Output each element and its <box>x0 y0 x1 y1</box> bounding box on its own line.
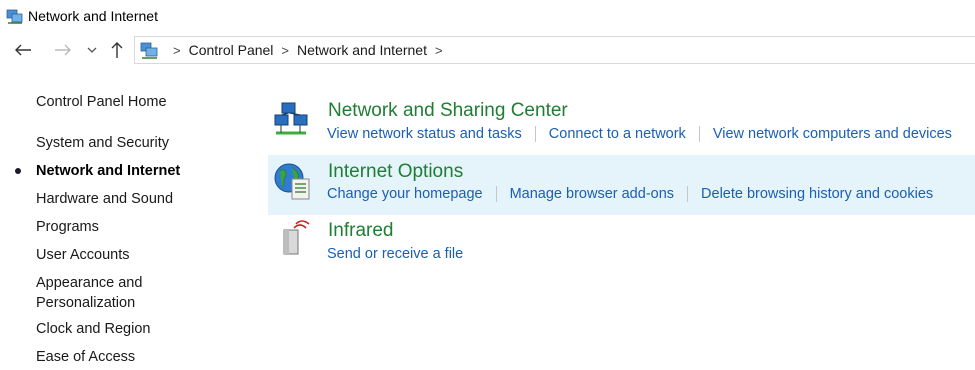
arrow-right-icon <box>55 44 71 56</box>
sidebar-item-programs[interactable]: Programs <box>36 217 99 237</box>
sidebar-item-appearance-and-personalization[interactable]: Appearance and <box>36 273 142 293</box>
sidebar-item-appearance-and-personalization-line2[interactable]: Personalization <box>36 293 135 313</box>
sidebar-item-clock-and-region[interactable]: Clock and Region <box>36 319 150 339</box>
back-button[interactable] <box>10 38 36 62</box>
chevron-down-icon <box>87 47 97 53</box>
link-separator <box>495 186 497 202</box>
link-separator <box>534 126 536 142</box>
sidebar-item-control-panel-home[interactable]: Control Panel Home <box>36 92 167 112</box>
category-links: Send or receive a file <box>327 246 463 262</box>
link-delete-browsing-history[interactable]: Delete browsing history and cookies <box>701 186 933 202</box>
link-view-network-status[interactable]: View network status and tasks <box>327 126 522 142</box>
arrow-up-icon <box>111 42 123 58</box>
category-title-network-and-sharing-center[interactable]: Network and Sharing Center <box>328 100 568 122</box>
window-title: Network and Internet <box>28 8 158 24</box>
category-title-internet-options[interactable]: Internet Options <box>328 161 463 183</box>
sidebar-item-hardware-and-sound[interactable]: Hardware and Sound <box>36 189 173 209</box>
category-internet-options: Internet Options Change your homepage Ma… <box>268 155 975 215</box>
recent-locations-button[interactable] <box>84 38 100 62</box>
control-panel-network-icon <box>140 42 158 59</box>
link-change-homepage[interactable]: Change your homepage <box>327 186 483 202</box>
category-links: View network status and tasks Connect to… <box>327 126 952 142</box>
sidebar-item-system-and-security[interactable]: System and Security <box>36 133 169 153</box>
category-infrared: Infrared Send or receive a file <box>268 216 975 272</box>
link-send-or-receive-file[interactable]: Send or receive a file <box>327 246 463 262</box>
arrow-left-icon <box>15 44 31 56</box>
infrared-icon <box>283 220 310 255</box>
globe-icon <box>274 163 310 200</box>
address-bar[interactable]: > Control Panel > Network and Internet > <box>134 36 975 64</box>
navigation-bar: > Control Panel > Network and Internet > <box>0 34 975 66</box>
link-manage-browser-addons[interactable]: Manage browser add-ons <box>510 186 674 202</box>
link-view-network-computers[interactable]: View network computers and devices <box>713 126 952 142</box>
link-connect-to-network[interactable]: Connect to a network <box>549 126 686 142</box>
breadcrumb-network-and-internet[interactable]: Network and Internet <box>297 42 427 58</box>
breadcrumb-control-panel[interactable]: Control Panel <box>189 42 274 58</box>
link-separator <box>698 126 700 142</box>
breadcrumb-separator[interactable]: > <box>173 43 181 58</box>
forward-button[interactable] <box>50 38 76 62</box>
network-sharing-icon <box>274 102 308 135</box>
network-folder-icon <box>6 9 23 24</box>
category-network-and-sharing-center: Network and Sharing Center View network … <box>268 96 975 154</box>
link-separator <box>687 186 689 202</box>
category-links: Change your homepage Manage browser add-… <box>327 186 933 202</box>
breadcrumb-separator[interactable]: > <box>435 43 443 58</box>
sidebar-item-ease-of-access[interactable]: Ease of Access <box>36 347 135 367</box>
sidebar-item-user-accounts[interactable]: User Accounts <box>36 245 130 265</box>
breadcrumb-separator[interactable]: > <box>281 43 289 58</box>
category-title-infrared[interactable]: Infrared <box>328 220 393 242</box>
title-bar: Network and Internet <box>0 0 975 32</box>
up-button[interactable] <box>106 38 128 62</box>
active-bullet <box>15 168 21 174</box>
sidebar-item-network-and-internet[interactable]: Network and Internet <box>36 161 180 181</box>
